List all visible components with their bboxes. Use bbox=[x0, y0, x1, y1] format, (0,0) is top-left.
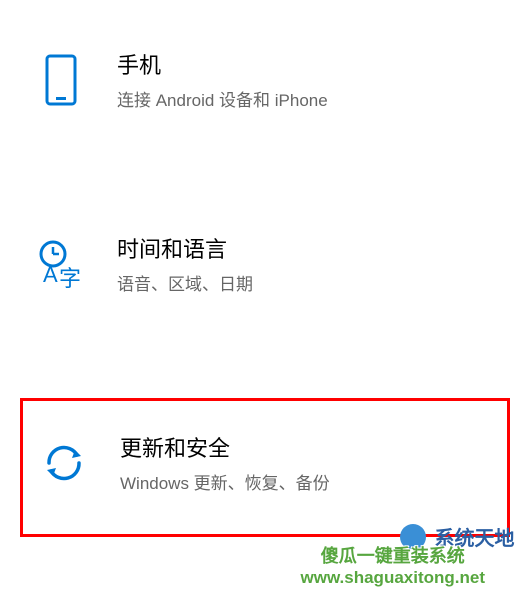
item-title: 时间和语言 bbox=[117, 232, 253, 264]
svg-text:A: A bbox=[43, 262, 58, 287]
item-subtitle: 连接 Android 设备和 iPhone bbox=[117, 86, 328, 111]
item-title: 更新和安全 bbox=[120, 431, 330, 463]
item-subtitle: 语音、区域、日期 bbox=[117, 270, 253, 295]
item-text: 更新和安全 Windows 更新、恢复、备份 bbox=[120, 431, 330, 494]
item-text: 时间和语言 语音、区域、日期 bbox=[117, 232, 253, 295]
settings-item-phone[interactable]: 手机 连接 Android 设备和 iPhone bbox=[20, 30, 510, 129]
watermark-line1: 傻瓜一键重装系统 bbox=[301, 542, 486, 568]
svg-text:字: 字 bbox=[59, 266, 81, 290]
watermark: 傻瓜一键重装系统 www.shaguaxitong.net bbox=[301, 542, 486, 588]
time-language-icon: A 字 bbox=[35, 238, 87, 290]
settings-item-update-security[interactable]: 更新和安全 Windows 更新、恢复、备份 bbox=[20, 398, 510, 537]
sync-icon bbox=[38, 437, 90, 489]
settings-list: 手机 连接 Android 设备和 iPhone A 字 时间和语言 语音、区域… bbox=[0, 0, 530, 567]
item-subtitle: Windows 更新、恢复、备份 bbox=[120, 469, 330, 494]
item-title: 手机 bbox=[117, 48, 328, 80]
item-text: 手机 连接 Android 设备和 iPhone bbox=[117, 48, 328, 111]
watermark-line2: www.shaguaxitong.net bbox=[301, 568, 486, 588]
phone-icon bbox=[35, 54, 87, 106]
settings-item-time-language[interactable]: A 字 时间和语言 语音、区域、日期 bbox=[20, 214, 510, 313]
